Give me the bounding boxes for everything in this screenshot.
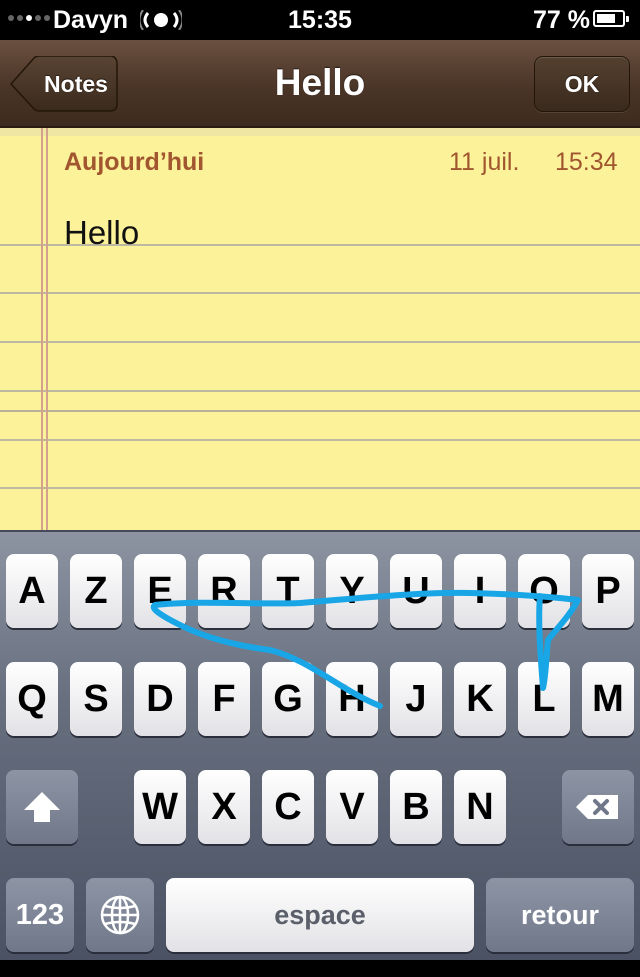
key-z[interactable]: Z — [70, 554, 122, 628]
key-m[interactable]: M — [582, 662, 634, 736]
shift-arrow-icon — [24, 792, 60, 822]
note-date-label: Aujourd’hui — [64, 148, 205, 176]
note-editor[interactable]: Aujourd’hui 11 juil. 15:34 Hello — [0, 128, 640, 530]
key-a[interactable]: A — [6, 554, 58, 628]
key-k[interactable]: K — [454, 662, 506, 736]
note-time: 15:34 — [555, 148, 618, 176]
key-i[interactable]: I — [454, 554, 506, 628]
battery-percent: 77 % — [533, 6, 590, 34]
key-u[interactable]: U — [390, 554, 442, 628]
return-key[interactable]: retour — [486, 878, 634, 952]
numbers-key[interactable]: 123 — [6, 878, 74, 952]
key-y[interactable]: Y — [326, 554, 378, 628]
key-v[interactable]: V — [326, 770, 378, 844]
key-h[interactable]: H — [326, 662, 378, 736]
note-body-text[interactable]: Hello — [64, 214, 139, 252]
note-day: 11 juil. — [449, 148, 520, 176]
key-c[interactable]: C — [262, 770, 314, 844]
key-q[interactable]: Q — [6, 662, 58, 736]
keyboard: A Z E R T Y U I O P Q S D F G H J K L M … — [0, 530, 640, 960]
key-d[interactable]: D — [134, 662, 186, 736]
shift-key[interactable] — [6, 770, 78, 844]
key-t[interactable]: T — [262, 554, 314, 628]
delete-key[interactable] — [562, 770, 634, 844]
space-key[interactable]: espace — [166, 878, 474, 952]
battery-icon — [593, 10, 629, 27]
key-e[interactable]: E — [134, 554, 186, 628]
key-w[interactable]: W — [134, 770, 186, 844]
key-s[interactable]: S — [70, 662, 122, 736]
key-b[interactable]: B — [390, 770, 442, 844]
status-bar: Davyn 15:35 77 % — [0, 0, 640, 40]
key-o[interactable]: O — [518, 554, 570, 628]
ok-button[interactable]: OK — [534, 56, 630, 112]
globe-icon — [100, 895, 140, 935]
key-n[interactable]: N — [454, 770, 506, 844]
key-p[interactable]: P — [582, 554, 634, 628]
key-x[interactable]: X — [198, 770, 250, 844]
margin-line-left — [41, 128, 43, 530]
ruled-lines — [0, 128, 640, 530]
key-g[interactable]: G — [262, 662, 314, 736]
key-r[interactable]: R — [198, 554, 250, 628]
key-l[interactable]: L — [518, 662, 570, 736]
globe-key[interactable] — [86, 878, 154, 952]
navigation-bar: Notes Hello OK — [0, 40, 640, 128]
key-j[interactable]: J — [390, 662, 442, 736]
backspace-icon — [576, 795, 618, 819]
margin-line-right — [46, 128, 48, 530]
note-top-edge — [0, 128, 640, 136]
key-f[interactable]: F — [198, 662, 250, 736]
